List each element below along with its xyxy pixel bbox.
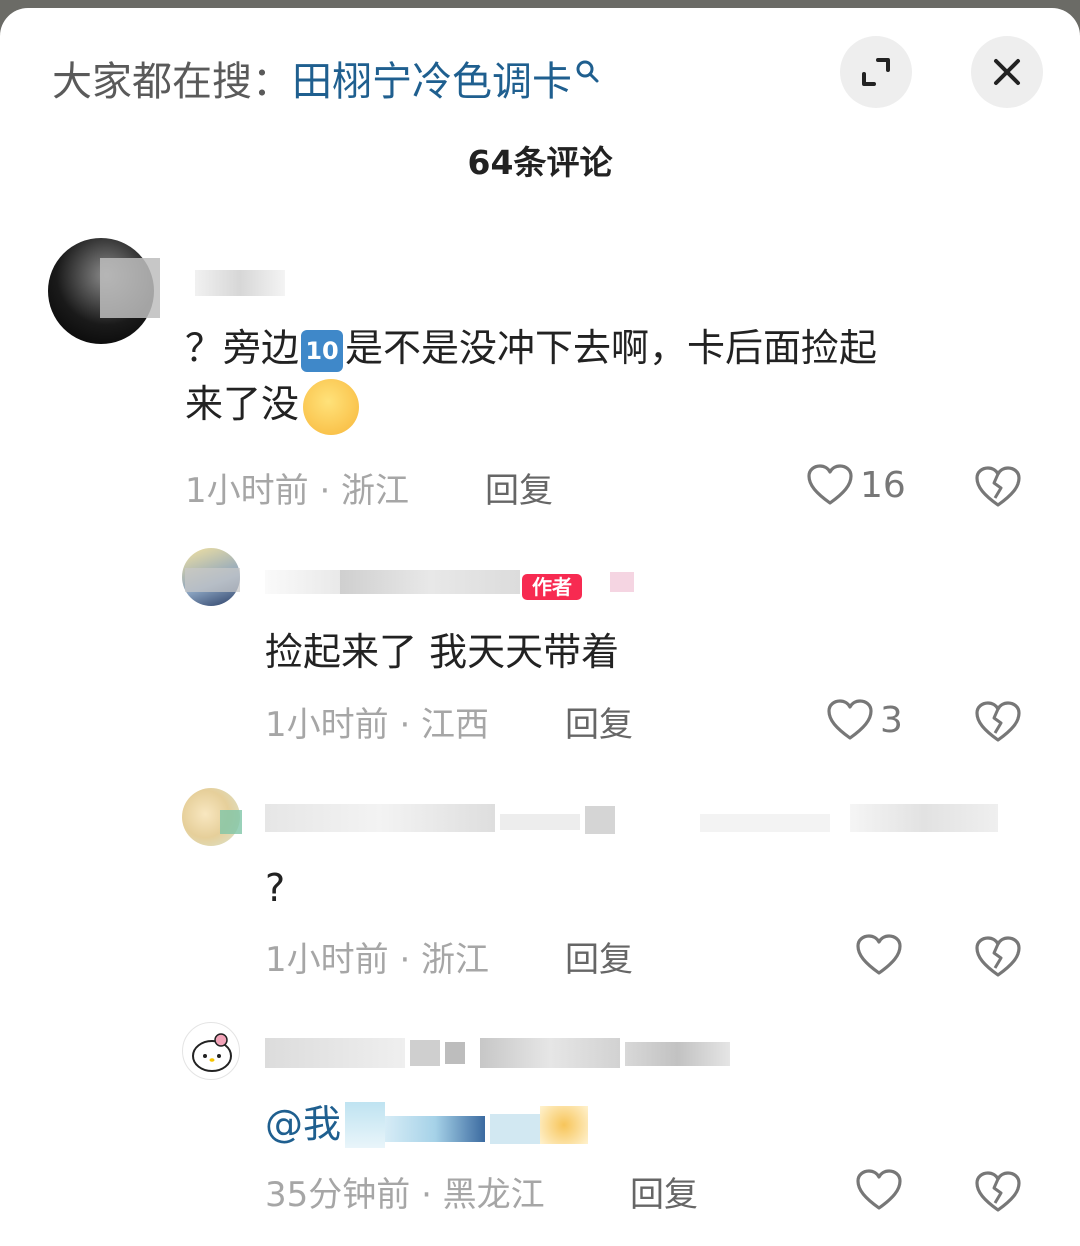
broken-heart-icon	[975, 936, 1021, 977]
dislike-button[interactable]	[974, 465, 1022, 513]
heart-icon	[807, 464, 853, 505]
heart-icon	[856, 934, 902, 975]
reply-button[interactable]: 回复	[630, 1170, 698, 1220]
blurred-username	[265, 804, 495, 832]
expand-button[interactable]	[840, 36, 912, 108]
search-hint[interactable]: 大家都在搜： 田栩宁冷色调卡	[52, 52, 600, 112]
like-count: 16	[860, 464, 906, 506]
dislike-button[interactable]	[974, 935, 1022, 983]
comment-meta: 35分钟前 · 黑龙江	[265, 1175, 545, 1215]
blurred-username	[500, 814, 580, 830]
broken-heart-icon	[975, 1171, 1021, 1212]
blurred-emoji	[540, 1106, 588, 1144]
comment-text: ?	[265, 866, 286, 910]
cartoon-cat-avatar-icon	[192, 1033, 232, 1072]
reply-button[interactable]: 回复	[565, 935, 633, 985]
keycap-ten-icon: 10	[301, 329, 344, 372]
blurred-avatar-area	[185, 568, 240, 592]
blurred-avatar-area	[220, 810, 242, 834]
comment-text-part: ？旁边	[185, 326, 300, 370]
comment-text-part: 来了没	[185, 382, 300, 426]
blurred-username	[195, 270, 285, 296]
comment-meta: 1小时前 · 浙江	[265, 940, 490, 980]
expand-icon	[862, 58, 890, 86]
blurred-username	[445, 1042, 465, 1064]
comment-sheet: 大家都在搜： 田栩宁冷色调卡 64条评论 ？旁边 10 是不是没冲下去啊，卡后面捡起…	[0, 8, 1080, 1246]
blurred-username	[625, 1042, 730, 1066]
blurred-username	[100, 258, 160, 318]
reply-button[interactable]: 回复	[485, 466, 553, 516]
crying-face-icon	[303, 378, 360, 435]
comment-text: 捡起来了 我天天带着	[265, 630, 620, 674]
reply-button[interactable]: 回复	[565, 700, 633, 750]
blurred-username	[340, 570, 520, 594]
like-button[interactable]: 3	[826, 698, 903, 742]
comment-meta: 1小时前 · 江西	[265, 705, 490, 745]
comment-text: ？旁边 10 是不是没冲下去啊，卡后面捡起 来了没	[185, 320, 1015, 435]
blurred-username	[410, 1040, 440, 1066]
close-button[interactable]	[971, 36, 1043, 108]
dislike-button[interactable]	[974, 1170, 1022, 1218]
blurred-username	[850, 804, 998, 832]
close-icon	[994, 59, 1020, 85]
blurred-username	[265, 570, 340, 594]
dislike-button[interactable]	[974, 700, 1022, 748]
blurred-username	[585, 806, 615, 834]
broken-heart-icon	[975, 466, 1021, 507]
avatar[interactable]	[182, 1022, 240, 1080]
comment-meta: 1小时前 · 浙江	[185, 471, 410, 511]
like-button[interactable]	[855, 933, 909, 977]
blurred-username	[610, 572, 634, 592]
mention-link[interactable]: @我	[265, 1102, 341, 1146]
search-icon	[576, 60, 599, 83]
comment-count-title: 64条评论	[467, 143, 613, 182]
search-term-link[interactable]: 田栩宁冷色调卡	[292, 52, 572, 112]
like-button[interactable]	[855, 1168, 909, 1212]
heart-icon	[827, 699, 873, 740]
blurred-username	[265, 1038, 405, 1068]
blurred-mention	[345, 1102, 385, 1148]
blurred-mention	[490, 1114, 540, 1144]
blurred-mention	[385, 1116, 485, 1142]
comment-text-part: 是不是没冲下去啊，卡后面捡起	[345, 326, 878, 370]
blurred-username	[480, 1038, 620, 1068]
broken-heart-icon	[975, 701, 1021, 742]
search-prefix: 大家都在搜：	[52, 59, 292, 105]
blurred-username	[700, 814, 830, 832]
heart-icon	[856, 1169, 902, 1210]
like-button[interactable]: 16	[806, 463, 906, 507]
author-badge: 作者	[522, 574, 582, 600]
like-count: 3	[880, 699, 903, 741]
